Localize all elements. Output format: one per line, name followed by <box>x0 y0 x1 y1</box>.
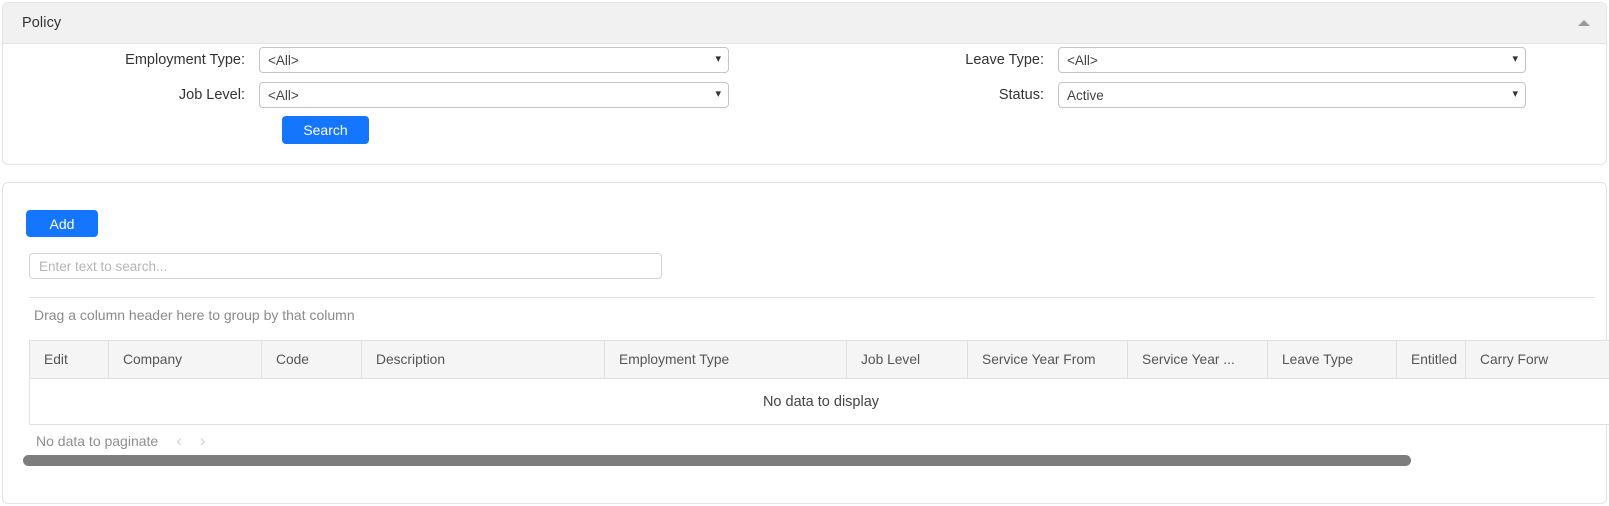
status-label: Status: <box>998 87 1044 103</box>
field-leave-type: Leave Type: <All> ▾ <box>793 47 1526 73</box>
pager: No data to paginate ‹ › <box>36 432 206 449</box>
filter-fields-area: Employment Type: <All> ▾ Job Level: <All… <box>3 44 1606 164</box>
status-select[interactable]: Active <box>1058 82 1526 108</box>
pager-status-text: No data to paginate <box>36 432 159 449</box>
column-header-employment-type[interactable]: Employment Type <box>604 340 847 379</box>
data-grid-table: Edit Company Code Description Employment… <box>29 340 1609 425</box>
leave-type-label: Leave Type: <box>965 52 1044 68</box>
column-header-carry-forward[interactable]: Carry Forw <box>1465 340 1609 379</box>
column-header-service-year-from[interactable]: Service Year From <box>967 340 1128 379</box>
grid-body: Add Drag a column header here to group b… <box>3 183 1609 503</box>
chevron-up-icon[interactable] <box>1578 20 1590 26</box>
search-input[interactable] <box>29 253 662 279</box>
column-header-edit[interactable]: Edit <box>29 340 109 379</box>
search-button[interactable]: Search <box>282 116 369 144</box>
toolbar-divider <box>29 297 1595 298</box>
field-employment-type: Employment Type: <All> ▾ <box>3 47 729 73</box>
data-grid: Edit Company Code Description Employment… <box>29 340 1609 425</box>
policy-filter-card: Policy Employment Type: <All> ▾ Job Leve… <box>2 2 1607 165</box>
horizontal-scrollbar[interactable] <box>23 455 1599 466</box>
empty-message: No data to display <box>29 378 1609 425</box>
filter-panel-header[interactable]: Policy <box>3 3 1606 44</box>
employment-type-label: Employment Type: <box>125 52 245 68</box>
column-header-company[interactable]: Company <box>108 340 262 379</box>
policy-page: Policy Employment Type: <All> ▾ Job Leve… <box>0 0 1609 506</box>
column-header-leave-type[interactable]: Leave Type <box>1267 340 1397 379</box>
group-panel-hint: Drag a column header here to group by th… <box>34 307 355 323</box>
chevron-left-icon[interactable]: ‹ <box>176 432 182 449</box>
page-title: Policy <box>22 15 62 31</box>
job-level-select[interactable]: <All> <box>259 82 729 108</box>
column-header-description[interactable]: Description <box>361 340 605 379</box>
column-header-service-year-to[interactable]: Service Year ... <box>1127 340 1268 379</box>
column-header-job-level[interactable]: Job Level <box>846 340 968 379</box>
column-header-entitled[interactable]: Entitled <box>1396 340 1466 379</box>
job-level-label: Job Level: <box>178 87 245 103</box>
field-status: Status: Active ▾ <box>793 82 1526 108</box>
status-select-wrap: Active ▾ <box>1058 82 1526 108</box>
column-header-code[interactable]: Code <box>261 340 362 379</box>
leave-type-select-wrap: <All> ▾ <box>1058 47 1526 73</box>
job-level-select-wrap: <All> ▾ <box>259 82 729 108</box>
employment-type-select-wrap: <All> ▾ <box>259 47 729 73</box>
policy-grid-card: Add Drag a column header here to group b… <box>2 182 1609 504</box>
add-button[interactable]: Add <box>26 210 98 237</box>
chevron-right-icon[interactable]: › <box>200 432 206 449</box>
horizontal-scrollbar-thumb[interactable] <box>23 455 1411 466</box>
grid-header-row: Edit Company Code Description Employment… <box>29 340 1609 379</box>
field-job-level: Job Level: <All> ▾ <box>3 82 729 108</box>
grid-empty-row: No data to display <box>29 378 1609 425</box>
leave-type-select[interactable]: <All> <box>1058 47 1526 73</box>
employment-type-select[interactable]: <All> <box>259 47 729 73</box>
